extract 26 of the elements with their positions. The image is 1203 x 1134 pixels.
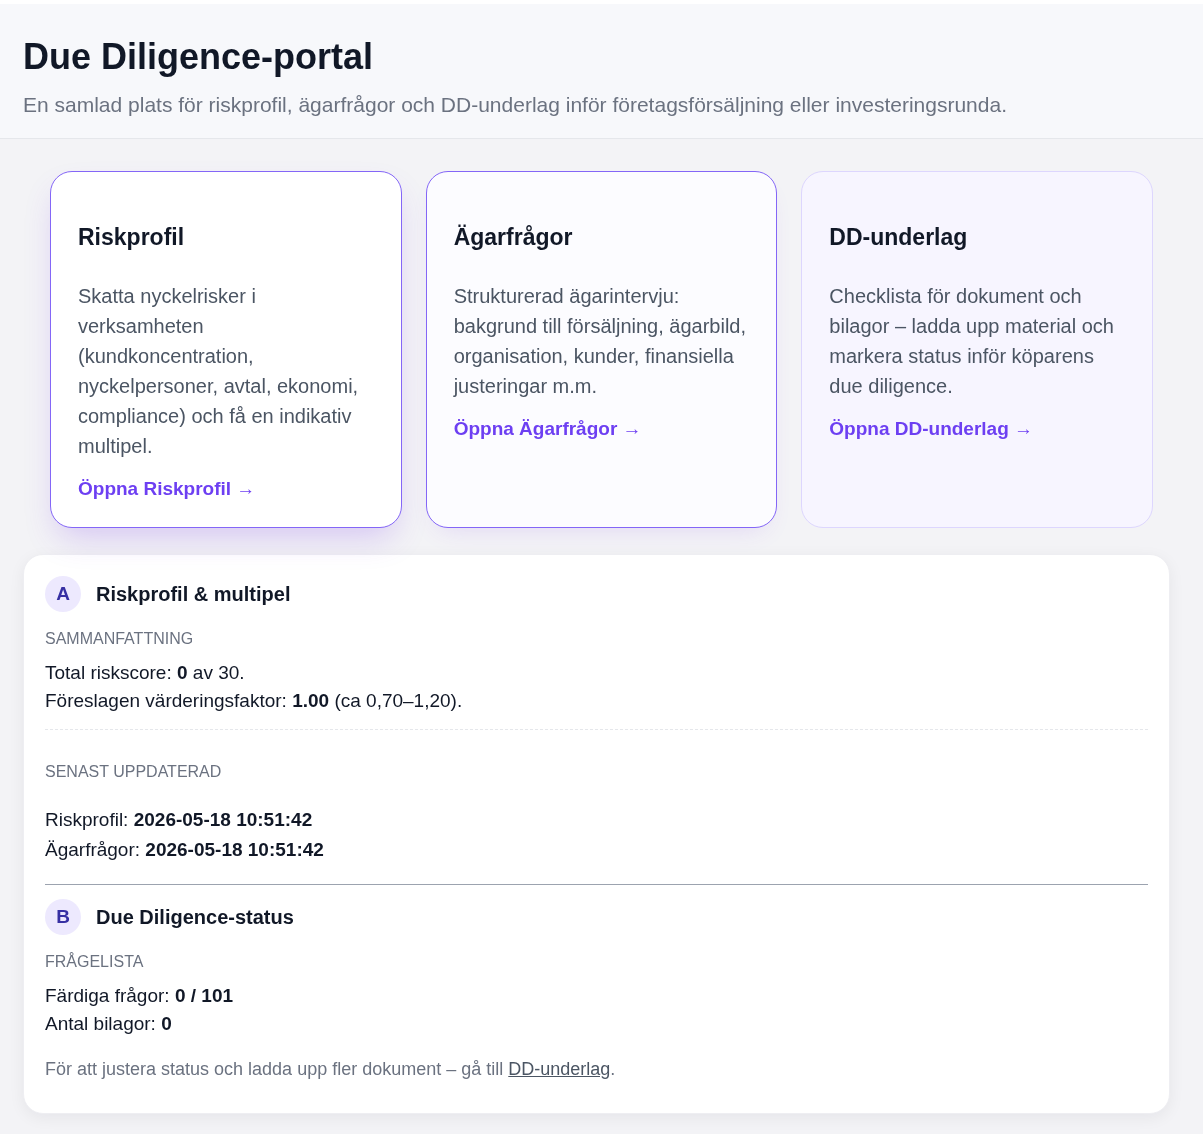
card-description: Strukturerad ägarintervju: bakgrund till försäljning, ägarbild, organisation, kunder, finansiella justeringar m.m. <box>453 284 748 399</box>
page-subtitle: En samlad plats för riskprofil, ägarfrågor och DD-underlag inför företagsförsäljning eller investeringsrunda. <box>23 92 1008 118</box>
section-badge: B <box>45 899 81 935</box>
info-line: Ägarfrågor: 2026-05-18 10:51:42 <box>45 838 325 862</box>
info-line: Föreslagen värderingsfaktor: 1.00 (ca 0,70–1,20). <box>45 689 464 713</box>
note-text: För att justera status och ladda upp fler dokument – gå till DD-underlag. <box>45 1058 617 1081</box>
group-label: SAMMANFATTNING <box>45 629 195 649</box>
card-link[interactable]: Öppna DD-underlag → <box>829 415 1034 443</box>
info-line: Antal bilagor: 0 <box>45 1012 173 1036</box>
card-title: Ägarfrågor <box>453 223 574 252</box>
section-badge: A <box>45 576 81 612</box>
section-title: Riskprofil & multipel <box>96 582 291 607</box>
section-title: Due Diligence-status <box>96 905 294 930</box>
card-link[interactable]: Öppna Ägarfrågor → <box>453 415 642 443</box>
info-line: Total riskscore: 0 av 30. <box>45 661 246 685</box>
card-title: DD-underlag <box>829 223 969 252</box>
card-description: Checklista för dokument och bilagor – ladda upp material och markera status inför köparens due diligence. <box>829 284 1115 399</box>
info-line: Riskprofil: 2026-05-18 10:51:42 <box>45 808 314 832</box>
card-title: Riskprofil <box>78 223 186 252</box>
group-label: SENAST UPPDATERAD <box>45 762 223 782</box>
card-link[interactable]: Öppna Riskprofil → <box>78 475 256 503</box>
info-line: Färdiga frågor: 0 / 101 <box>45 984 234 1008</box>
dd-underlag-link[interactable]: DD-underlag <box>508 1059 611 1079</box>
group-label: FRÅGELISTA <box>45 952 145 972</box>
card-description: Skatta nyckelrisker i verksamheten (kundkoncentration, nyckelpersoner, avtal, ekonomi, compliance) och få en indikativ multipel. <box>78 284 360 459</box>
page-title: Due Diligence-portal <box>23 35 375 79</box>
